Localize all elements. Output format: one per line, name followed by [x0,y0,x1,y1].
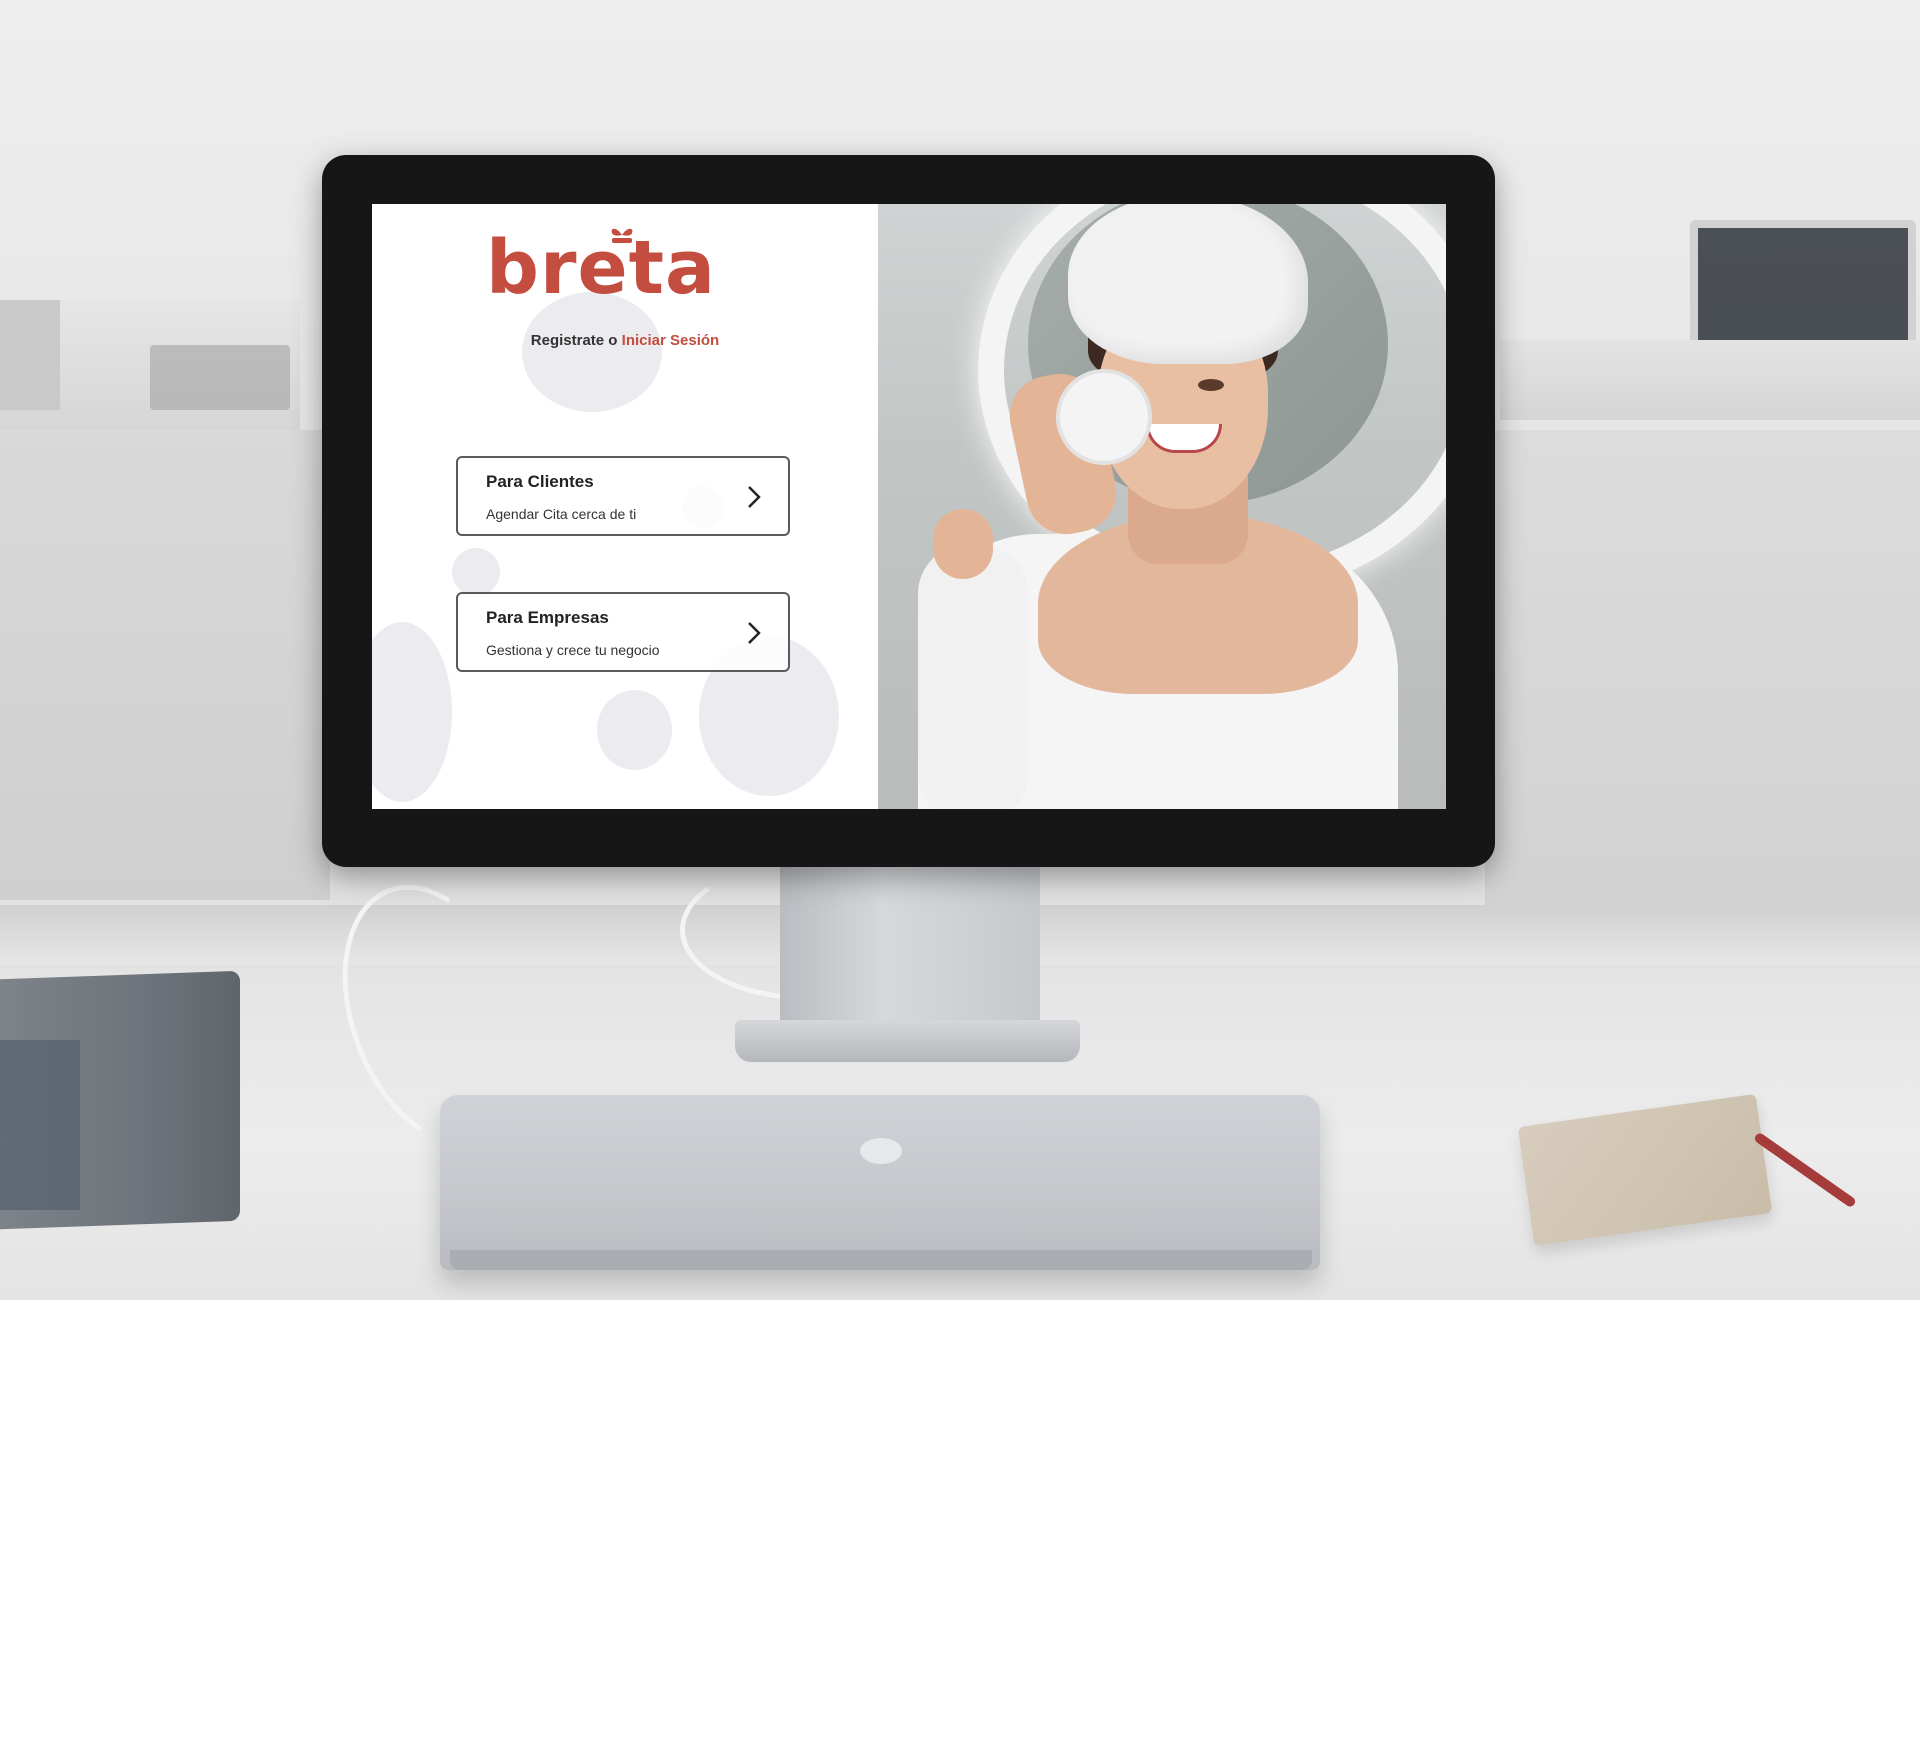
background-monitor [1690,220,1916,356]
background-shelf [1500,340,1920,420]
login-link[interactable]: Iniciar Sesión [622,332,720,349]
closed-laptop [440,1095,1320,1270]
chevron-right-icon [748,486,761,508]
auth-prompt: Registrate o Iniciar Sesión [372,332,878,349]
decorative-blob [597,690,672,770]
book-spine [0,1040,80,1210]
monitor-screen: breta Registrate o Iniciar Sesión Para C… [372,204,1446,809]
auth-prefix: Registrate o [530,332,618,349]
chevron-right-icon [748,622,761,644]
partition-panel [0,430,330,900]
brand-name: breta [486,225,716,311]
clients-option-button[interactable]: Para Clientes Agendar Cita cerca de ti [456,456,790,536]
background-object [150,345,290,410]
background-object [0,300,60,410]
option-title: Para Empresas [486,608,609,627]
photo-scene: breta Registrate o Iniciar Sesión Para C… [0,0,1920,1300]
monitor-stand [780,865,1040,1035]
option-title: Para Clientes [486,472,594,491]
landing-panel: breta Registrate o Iniciar Sesión Para C… [372,204,878,809]
brand-logo: breta [486,228,766,308]
gift-bow-icon [611,228,633,243]
option-subtitle: Gestiona y crece tu negocio [486,642,660,658]
hair-towel [1068,204,1308,364]
businesses-option-button[interactable]: Para Empresas Gestiona y crece tu negoci… [456,592,790,672]
cream-jar [1056,369,1152,465]
laptop-edge [450,1250,1312,1270]
decorative-blob [452,548,500,596]
eye [1198,379,1224,391]
hand [933,509,993,579]
monitor-stand-base [735,1020,1080,1062]
robe-sleeve [918,544,1028,809]
apple-logo-icon [860,1138,902,1164]
decorative-blob [372,622,452,802]
partition-panel [1485,430,1920,910]
option-subtitle: Agendar Cita cerca de ti [486,506,637,522]
hero-image [878,204,1446,809]
